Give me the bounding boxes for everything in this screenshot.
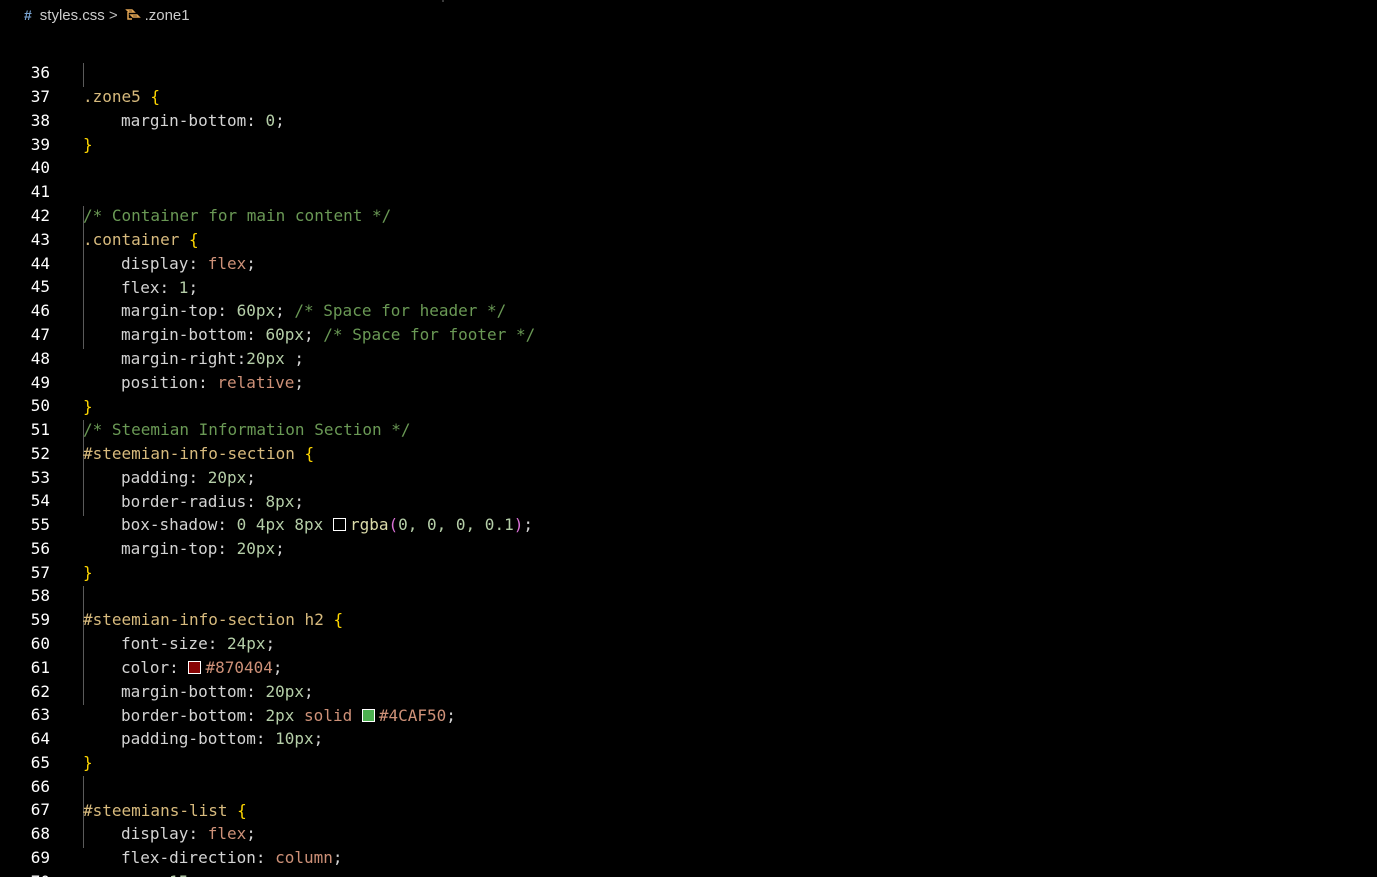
breadcrumb-file[interactable]: styles.css (40, 7, 105, 24)
divider (442, 0, 444, 2)
symbol-class-icon (124, 9, 141, 20)
code-line: 52 padding: 20px; (0, 418, 1377, 487)
semicolon: ; (208, 872, 218, 877)
code-line: 69 gap: 15px; (0, 822, 1377, 877)
code-line: 50 /* Steemian Information Section */ (0, 370, 1377, 439)
chevron-right-icon: > (108, 6, 118, 24)
code-line: 39 (0, 109, 1377, 154)
code-line: 63 padding-bottom: 10px; (0, 679, 1377, 748)
css-value: 15px (169, 872, 208, 877)
colon: : (150, 872, 169, 877)
code-line: 54 box-shadow: 0 4px 8px rgba(0, 0, 0, 0… (0, 465, 1377, 534)
code-line: 62 border-bottom: 2px solid #4CAF50; (0, 656, 1377, 725)
code-line: 42 .container { (0, 180, 1377, 249)
code-line: 55 margin-top: 20px; (0, 489, 1377, 558)
code-line: 47 margin-right:20px ; (0, 299, 1377, 368)
code-line: 68 flex-direction: column; (0, 798, 1377, 867)
code-line: 64 } (0, 703, 1377, 772)
code-line: 37 margin-bottom: 0; (0, 61, 1377, 130)
code-line: 53 border-radius: 8px; (0, 442, 1377, 511)
code-line: 70 } (0, 846, 1377, 877)
code-line: 45 margin-top: 60px; /* Space for header… (0, 251, 1377, 320)
code-line: 58 #steemian-info-section h2 { (0, 560, 1377, 629)
code-line: 56 } (0, 513, 1377, 582)
css-file-icon: # (24, 7, 32, 23)
code-line: 49 } (0, 347, 1377, 416)
code-line: 65 (0, 727, 1377, 772)
code-line: 46 margin-bottom: 60px; /* Space for foo… (0, 275, 1377, 344)
code-editor[interactable]: 36 .zone5 { 37 margin-bottom: 0; 38 } 39… (0, 30, 1377, 877)
code-line: 57 (0, 537, 1377, 582)
code-line: 43 display: flex; (0, 204, 1377, 273)
code-line: 44 flex: 1; (0, 228, 1377, 297)
code-line: 48 position: relative; (0, 323, 1377, 392)
code-line: 51 #steemian-info-section { (0, 394, 1377, 463)
breadcrumb-symbol[interactable]: .zone1 (145, 7, 190, 24)
breadcrumb: # styles.css > .zone1 (0, 0, 1377, 30)
line-number: 70 (0, 870, 50, 877)
code-line: 41 /* Container for main content */ (0, 156, 1377, 225)
css-property: gap (121, 872, 150, 877)
code-line: 61 margin-bottom: 20px; (0, 632, 1377, 701)
code-line: 67 display: flex; (0, 774, 1377, 843)
code-line: 36 .zone5 { (0, 37, 1377, 106)
code-line: 40 (0, 132, 1377, 177)
code-line: 60 color: #870404; (0, 608, 1377, 677)
code-line: 59 font-size: 24px; (0, 584, 1377, 653)
code-line: 38 } (0, 85, 1377, 154)
code-line: 66 #steemians-list { (0, 751, 1377, 820)
